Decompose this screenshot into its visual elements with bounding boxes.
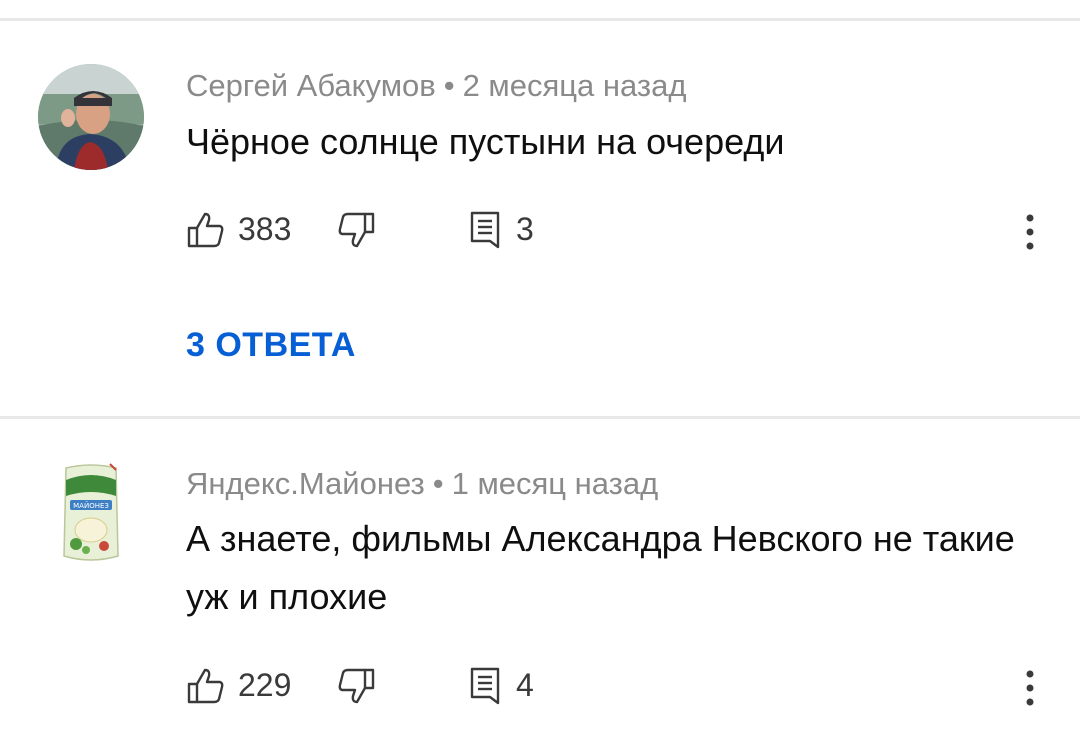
reply-count: 3 [516, 211, 534, 247]
reply-comment-icon[interactable] [468, 210, 508, 250]
comment-meta: Яндекс.Майонез • 1 месяц назад [186, 466, 658, 502]
thumbs-up-icon[interactable] [186, 210, 226, 250]
author-name[interactable]: Яндекс.Майонез [186, 466, 425, 501]
comment-text: А знаете, фильмы Александра Невского не … [186, 518, 1015, 617]
divider-middle [0, 416, 1080, 419]
avatar[interactable] [38, 64, 144, 170]
comment-actions: 229 4 [186, 666, 1080, 710]
author-name[interactable]: Сергей Абакумов [186, 68, 436, 103]
comment-meta: Сергей Абакумов • 2 месяца назад [186, 68, 686, 104]
view-replies-button[interactable]: 3 ОТВЕТА [186, 326, 356, 365]
more-options-icon[interactable] [1018, 666, 1042, 710]
comments-page: Сергей Абакумов • 2 месяца назад Чёрное со… [0, 0, 1080, 740]
divider-top [0, 18, 1080, 21]
avatar-label: МАЙОНЕЗ [73, 501, 109, 510]
thumbs-down-icon[interactable] [336, 210, 376, 250]
comment-text: Чёрное солнце пустыни на очереди [186, 121, 785, 162]
more-options-icon[interactable] [1018, 210, 1042, 254]
avatar-photo-man-icon [38, 64, 144, 170]
comment-time[interactable]: 1 месяц назад [452, 466, 659, 501]
thumbs-up-icon[interactable] [186, 666, 226, 706]
reply-comment-icon[interactable] [468, 666, 508, 706]
like-count: 383 [238, 211, 292, 247]
avatar[interactable]: МАЙОНЕЗ [56, 460, 126, 566]
meta-separator: • [432, 466, 444, 501]
like-count: 229 [238, 667, 292, 703]
avatar-mayonnaise-pack-icon: МАЙОНЕЗ [63, 463, 119, 561]
comment-time[interactable]: 2 месяца назад [463, 68, 687, 103]
meta-separator: • [443, 68, 455, 103]
thumbs-down-icon[interactable] [336, 666, 376, 706]
reply-count: 4 [516, 667, 534, 703]
comment-actions: 383 3 [186, 210, 1080, 254]
